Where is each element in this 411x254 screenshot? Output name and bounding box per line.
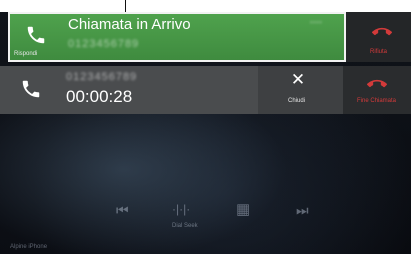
reject-call-button[interactable]: Rifiuta [346, 12, 411, 62]
reject-label: Rifiuta [370, 49, 388, 55]
head-unit-screen: Rispondi Chiamata in Arrivo 0123456789 ▪… [0, 12, 411, 254]
end-call-button[interactable]: Fine Chiamata [343, 66, 411, 114]
active-call-bar: 0123456789 00:00:28 ✕ Chiudi Fine Chiama… [0, 66, 411, 114]
answer-phone-icon [25, 24, 47, 46]
source-label: Alpine iPhone [10, 244, 48, 250]
callout-line [125, 0, 126, 12]
incoming-call-banner[interactable]: Rispondi Chiamata in Arrivo 0123456789 ▪… [8, 12, 346, 62]
grid-icon[interactable]: ▦ [236, 200, 250, 218]
close-label: Chiudi [288, 98, 306, 104]
close-icon: ✕ [290, 70, 306, 89]
end-call-icon [367, 74, 387, 94]
reject-phone-icon [372, 22, 392, 42]
next-track-icon[interactable]: ⏭ [296, 202, 309, 219]
incoming-call-title: Chiamata in Arrivo [68, 16, 191, 33]
dial-seek-label: Dial Seek [172, 223, 198, 229]
answer-label: Rispondi [14, 51, 38, 57]
incoming-caller-number: 0123456789 [68, 38, 140, 50]
active-caller-number: 0123456789 [66, 71, 138, 83]
previous-track-icon[interactable]: ⏮ [116, 202, 129, 219]
active-phone-icon [20, 78, 42, 100]
dial-seek-icon[interactable]: ·|·|· [172, 202, 190, 216]
incoming-caller-extra: ▪▪▪▪ [310, 20, 323, 26]
active-call-info: 0123456789 00:00:28 [0, 66, 258, 114]
call-timer: 00:00:28 [66, 87, 133, 106]
close-button[interactable]: ✕ Chiudi [258, 66, 343, 114]
end-call-label: Fine Chiamata [357, 98, 397, 104]
